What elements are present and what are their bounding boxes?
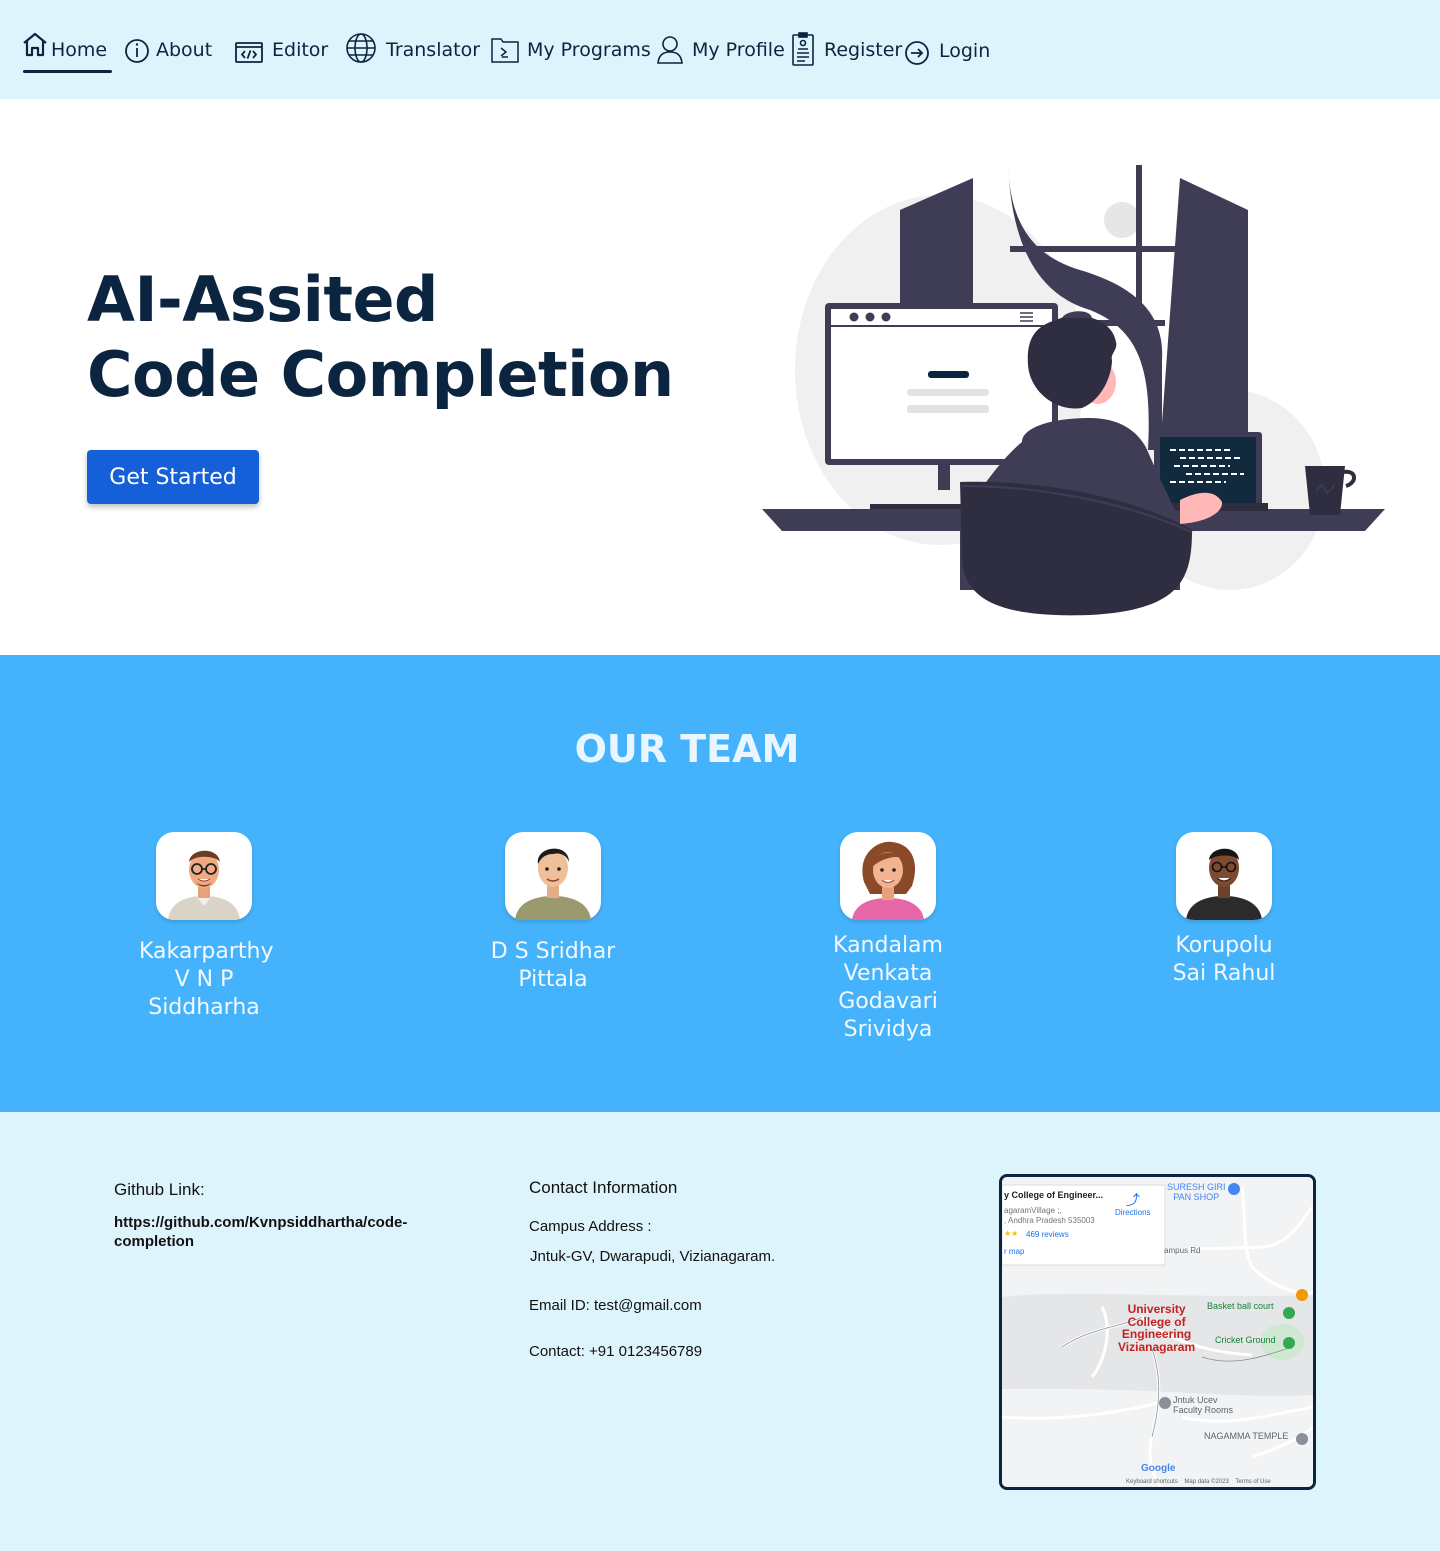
github-heading: Github Link: bbox=[114, 1180, 205, 1199]
avatar-man-glasses-icon bbox=[168, 850, 240, 920]
campus-address-value: Jntuk-GV, Dwarapudi, Vizianagaram. bbox=[530, 1248, 776, 1265]
nav-translator[interactable]: Translator bbox=[345, 30, 480, 74]
map-label-temple: NAGAMMA TEMPLE bbox=[1204, 1431, 1289, 1441]
footer: Github Link: https://github.com/Kvnpsidd… bbox=[0, 1112, 1440, 1551]
nav-register-label: Register bbox=[824, 39, 903, 61]
avatar-man-icon bbox=[515, 848, 591, 920]
team-member-card: D S Sridhar Pittala bbox=[433, 832, 673, 994]
map-label-faculty: Jntuk Ucev Faculty Rooms bbox=[1173, 1395, 1233, 1415]
team-member-card: Korupolu Sai Rahul bbox=[1104, 832, 1344, 988]
map-label-pan-shop-line2: PAN SHOP bbox=[1173, 1192, 1220, 1202]
directions-icon[interactable]: ⤴ bbox=[1126, 1190, 1140, 1210]
developer-at-desk-illustration bbox=[762, 165, 1385, 616]
nav-my-profile[interactable]: My Profile bbox=[656, 30, 785, 74]
github-link[interactable]: https://github.com/Kvnpsiddhartha/code-c… bbox=[114, 1213, 434, 1251]
hero-title: AI-Assited Code Completion bbox=[87, 262, 727, 412]
nav-my-programs-label: My Programs bbox=[527, 39, 651, 61]
team-member-card: Kandalam Venkata Godavari Srividya bbox=[768, 832, 1008, 1044]
top-navbar: Home About Editor Translator My Programs… bbox=[0, 0, 1440, 99]
map-rating-stars: ★★ bbox=[1004, 1229, 1019, 1238]
login-icon bbox=[905, 41, 929, 65]
map-label-pan-shop-line1: SURESH GIRI bbox=[1167, 1182, 1226, 1192]
map-label-basketball: Basket ball court bbox=[1207, 1301, 1274, 1311]
map-label-pan-shop: SURESH GIRI PAN SHOP bbox=[1167, 1182, 1226, 1202]
info-icon bbox=[125, 39, 149, 63]
avatar-man-dark-icon bbox=[1186, 848, 1262, 920]
team-heading: OUR TEAM bbox=[574, 727, 800, 771]
team-member-name: D S Sridhar Pittala bbox=[490, 939, 616, 992]
nav-about[interactable]: About bbox=[124, 30, 212, 74]
globe-icon bbox=[346, 33, 376, 63]
map-legal-text: Keyboard shortcuts Map data ©2023 Terms … bbox=[1126, 1479, 1271, 1485]
home-icon bbox=[23, 32, 47, 57]
email-text: Email ID: test@gmail.com bbox=[529, 1297, 702, 1314]
avatar bbox=[1176, 832, 1272, 920]
nav-home-label: Home bbox=[51, 39, 108, 61]
avatar bbox=[505, 832, 601, 920]
map-directions-link[interactable]: Directions bbox=[1115, 1208, 1151, 1217]
contact-heading: Contact Information bbox=[529, 1178, 678, 1197]
map-card-title: y College of Engineer... bbox=[1004, 1190, 1104, 1200]
avatar bbox=[840, 832, 936, 920]
map-view-larger-link[interactable]: r map bbox=[1004, 1247, 1024, 1256]
nav-editor[interactable]: Editor bbox=[234, 30, 328, 74]
nav-my-programs[interactable]: My Programs bbox=[490, 30, 651, 74]
get-started-button[interactable]: Get Started bbox=[87, 450, 259, 504]
hero-title-line1: AI-Assited bbox=[87, 263, 438, 336]
user-icon bbox=[657, 36, 683, 64]
avatar-woman-icon bbox=[852, 841, 924, 920]
code-icon bbox=[235, 42, 263, 63]
avatar bbox=[156, 832, 252, 920]
campus-address-label: Campus Address : bbox=[529, 1218, 652, 1235]
map-reviews-link[interactable]: 469 reviews bbox=[1026, 1230, 1069, 1239]
map-label-university-line4: Vizianagaram bbox=[1118, 1339, 1196, 1354]
map-label-faculty-line2: Faculty Rooms bbox=[1173, 1405, 1234, 1415]
map-label-university: University College of Engineering Vizian… bbox=[1118, 1303, 1195, 1353]
map-label-campus-rd: ampus Rd bbox=[1164, 1246, 1201, 1255]
nav-register[interactable]: Register bbox=[790, 30, 902, 74]
clipboard-icon bbox=[792, 32, 814, 66]
nav-login[interactable]: Login bbox=[904, 30, 990, 74]
nav-my-profile-label: My Profile bbox=[692, 39, 785, 61]
map-label-faculty-line1: Jntuk Ucev bbox=[1173, 1395, 1218, 1405]
nav-home[interactable]: Home bbox=[21, 30, 113, 74]
google-logo: Google bbox=[1141, 1463, 1176, 1474]
campus-map[interactable]: y College of Engineer... agaramVillage ;… bbox=[999, 1174, 1316, 1490]
nav-translator-label: Translator bbox=[386, 39, 481, 61]
nav-login-label: Login bbox=[939, 40, 991, 62]
map-card-address-1: agaramVillage ;, bbox=[1004, 1206, 1062, 1215]
map-card-address-2: , Andhra Pradesh 535003 bbox=[1004, 1216, 1095, 1225]
team-member-name: Kandalam Venkata Godavari Srividya bbox=[833, 933, 943, 1042]
phone-text: Contact: +91 0123456789 bbox=[529, 1343, 703, 1360]
team-member-name: Kakarparthy V N P Siddharha bbox=[139, 939, 274, 1020]
nav-editor-label: Editor bbox=[272, 39, 329, 61]
team-member-name: Korupolu Sai Rahul bbox=[1172, 933, 1276, 986]
nav-about-label: About bbox=[156, 39, 213, 61]
terminal-icon bbox=[491, 38, 519, 63]
map-label-cricket: Cricket Ground bbox=[1215, 1335, 1276, 1345]
team-member-card: Kakarparthy V N P Siddharha bbox=[84, 832, 324, 1022]
hero-title-line2: Code Completion bbox=[87, 338, 674, 411]
team-section: OUR TEAM Kakarparthy V N P Siddharha D S… bbox=[0, 655, 1440, 1112]
